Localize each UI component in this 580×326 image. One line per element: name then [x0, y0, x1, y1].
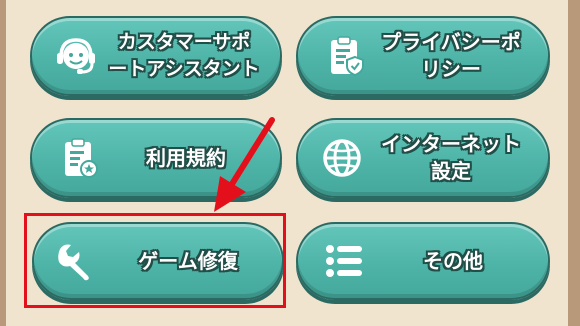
- annotation-arrow: [214, 117, 275, 212]
